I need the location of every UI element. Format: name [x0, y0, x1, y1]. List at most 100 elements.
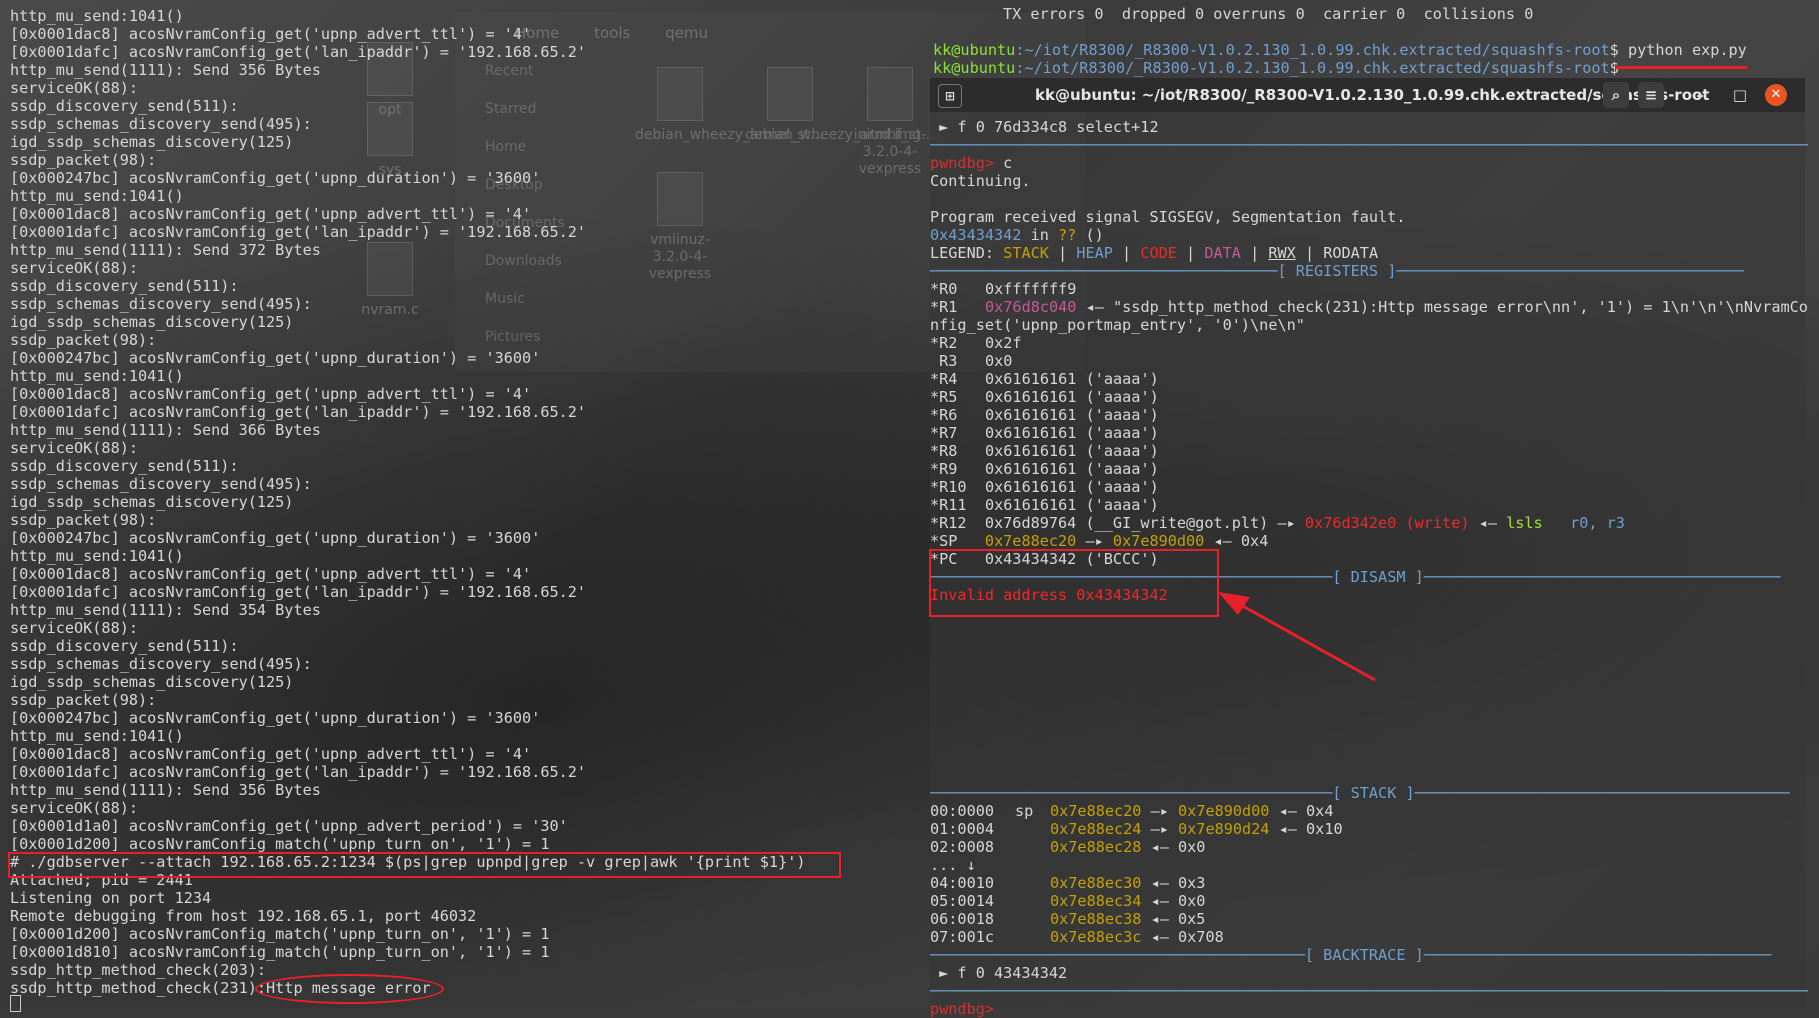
stack-off: 06:0018	[930, 910, 995, 928]
reg-value: 0xfffffff9	[985, 280, 1077, 298]
reg-name: *R10	[930, 478, 967, 496]
command-text: python exp.py	[1627, 41, 1747, 59]
terminal-line: serviceOK(88):	[10, 439, 139, 457]
fault-qq: ??	[1058, 226, 1077, 244]
reg-rest: ('aaaa')	[1076, 388, 1159, 406]
terminal-line: Listening on port 1234	[10, 889, 212, 907]
close-icon[interactable]: ✕	[1765, 84, 1787, 106]
terminal-line: [0x0001dafc] acosNvramConfig_get('lan_ip…	[10, 763, 587, 781]
legend-rodata: RODATA	[1323, 244, 1379, 262]
stack-off: 01:0004	[930, 820, 995, 838]
stack-arrow: —▸	[1141, 820, 1179, 838]
stack-arrow: ◂—	[1141, 892, 1179, 910]
prompt-path: :~/iot/R8300/_R8300-V1.0.2.130_1.0.99.ch…	[1015, 41, 1610, 59]
prompt-user: kk@ubuntu	[933, 41, 1016, 59]
register-sp: *SP 0x7e88ec20 —▸ 0x7e890d00 ◂— 0x4	[930, 532, 1805, 550]
reg-arrow: ◂—	[1469, 514, 1507, 532]
continue-command: pwndbg> c	[930, 154, 1805, 172]
terminal-line: http_mu_send:1041()	[10, 727, 184, 745]
terminal-line: ssdp_packet(98):	[10, 691, 157, 709]
maximize-icon[interactable]: □	[1727, 82, 1753, 108]
register-row: *R1 0x76d8c040 ◂— "ssdp_http_method_check…	[930, 298, 1808, 316]
terminal-line: http_mu_send(1111): Send 356 Bytes	[10, 781, 321, 799]
terminal-line: ssdp_schemas_discovery_send(495):	[10, 655, 312, 673]
fault-address: 0x43434342	[930, 226, 1022, 244]
stack-val: 0x5	[1178, 910, 1206, 928]
stack-off: 04:0010	[930, 874, 995, 892]
gdb-terminal-window[interactable]: ⊞ kk@ubuntu: ~/iot/R8300/_R8300-V1.0.2.1…	[930, 78, 1808, 1018]
register-row: *R5 0x61616161 ('aaaa')	[930, 388, 1805, 406]
terminal-line: ssdp_discovery_send(511):	[10, 97, 239, 115]
reg-value: 0x61616161	[985, 460, 1077, 478]
reg-rest: ('aaaa')	[1076, 478, 1159, 496]
reg-insn: lsls	[1506, 514, 1543, 532]
stack-row: ... ↓	[930, 856, 1805, 874]
stack-title: [ STACK ]	[1332, 784, 1415, 802]
terminal-line: ssdp_http_method_check(203):	[10, 961, 267, 979]
stack-addr: 0x7e88ec3c	[1050, 928, 1142, 946]
terminal-line: ssdp_discovery_send(511):	[10, 457, 239, 475]
reg-value: 0x61616161	[985, 478, 1077, 496]
reg-name: *R7	[930, 424, 958, 442]
terminal-line: [0x0001dac8] acosNvramConfig_get('upnp_a…	[10, 565, 532, 583]
fault-paren: ()	[1076, 226, 1104, 244]
http-error-highlight	[255, 974, 444, 1004]
registers-list: *R0 0xfffffff9 *R1 0x76d8c040 ◂— "ssdp_http…	[930, 280, 1808, 514]
terminal-line: ssdp_packet(98):	[10, 331, 157, 349]
stack-arrow: ◂—	[1141, 874, 1179, 892]
terminal-line: http_mu_send:1041()	[10, 547, 184, 565]
stack-row: 00:0000 sp 0x7e88ec20 —▸ 0x7e890d00 ◂— 0x4	[930, 802, 1805, 820]
hamburger-menu-icon[interactable]: ≡	[1638, 82, 1664, 108]
terminal-line: ssdp_discovery_send(511):	[10, 637, 239, 655]
reg-ptr: 0x7e890d00	[1112, 532, 1205, 550]
terminal-line: http_mu_send(1111): Send 366 Bytes	[10, 421, 321, 439]
stack-row: 06:0018 0x7e88ec38 ◂— 0x5	[930, 910, 1805, 928]
register-row: *R4 0x61616161 ('aaaa')	[930, 370, 1805, 388]
command-underline-annotation	[1615, 66, 1747, 69]
terminal-line: ssdp_packet(98):	[10, 151, 157, 169]
terminal-line: [0x0001dafc] acosNvramConfig_get('lan_ip…	[10, 403, 587, 421]
reg-sym: (__GI_write@got.plt) —▸	[1076, 514, 1305, 532]
terminal-line: [0x0001dac8] acosNvramConfig_get('upnp_a…	[10, 745, 532, 763]
stack-addr: 0x7e88ec24	[1050, 820, 1142, 838]
gdbserver-command-highlight	[8, 852, 841, 878]
reg-name: *R12	[930, 514, 967, 532]
search-icon[interactable]: ⌕	[1603, 82, 1629, 108]
terminal-line: serviceOK(88):	[10, 259, 139, 277]
register-row: nfig_set('upnp_portmap_entry', '0')\ne\n…	[930, 316, 1805, 334]
legend-data: DATA	[1204, 244, 1241, 262]
reg-value: 0x76d89764	[984, 514, 1077, 532]
minimize-icon[interactable]: –	[1687, 82, 1713, 108]
reg-name: *R11	[930, 496, 967, 514]
terminal-line: ssdp_schemas_discovery_send(495):	[10, 475, 312, 493]
stack-val: 0x0	[1178, 892, 1206, 910]
terminal-line: [0x0001dafc] acosNvramConfig_get('lan_ip…	[10, 583, 587, 601]
reg-name: *R9	[930, 460, 958, 478]
window-titlebar[interactable]: ⊞ kk@ubuntu: ~/iot/R8300/_R8300-V1.0.2.1…	[930, 78, 1805, 112]
reg-rest: ('aaaa')	[1076, 496, 1159, 514]
stack-list: 00:0000 sp 0x7e88ec20 —▸ 0x7e890d00 ◂— 0x4…	[930, 802, 1805, 946]
reg-name: R3	[930, 352, 958, 370]
terminal-line: http_mu_send(1111): Send 354 Bytes	[10, 601, 321, 619]
reg-name: *SP	[930, 532, 958, 550]
terminal-line: ssdp_schemas_discovery_send(495):	[10, 295, 312, 313]
pwndbg-prompt-bottom[interactable]: pwndbg>	[930, 1000, 1805, 1018]
register-r12: *R12 0x76d89764 (__GI_write@got.plt) —▸ …	[930, 514, 1805, 532]
reg-value: 0x76d8c040	[985, 298, 1077, 316]
stack-row: 01:0004 0x7e88ec24 —▸ 0x7e890d24 ◂— 0x10	[930, 820, 1805, 838]
registers-title: [ REGISTERS ]	[1277, 262, 1397, 280]
sigsegv-message: Program received signal SIGSEGV, Segment…	[930, 208, 1406, 226]
new-tab-icon[interactable]: ⊞	[938, 84, 962, 108]
reg-rest: ('aaaa')	[1076, 424, 1159, 442]
terminal-line: [0x0001dafc] acosNvramConfig_get('lan_ip…	[10, 223, 587, 241]
prompt-user: kk@ubuntu	[933, 59, 1016, 77]
stack-val: 0x3	[1178, 874, 1206, 892]
stack-row: 02:0008 0x7e88ec28 ◂— 0x0	[930, 838, 1805, 856]
terminal-line: Remote debugging from host 192.168.65.1,…	[10, 907, 477, 925]
reg-rest: ◂— 0x4	[1204, 532, 1269, 550]
stack-arrow: ◂—	[1269, 820, 1307, 838]
terminal-line: [0x000247bc] acosNvramConfig_get('upnp_d…	[10, 169, 541, 187]
reg-rest: ('aaaa')	[1076, 442, 1159, 460]
terminal-line: http_mu_send(1111): Send 372 Bytes	[10, 241, 321, 259]
reg-value: 0x61616161	[985, 388, 1077, 406]
